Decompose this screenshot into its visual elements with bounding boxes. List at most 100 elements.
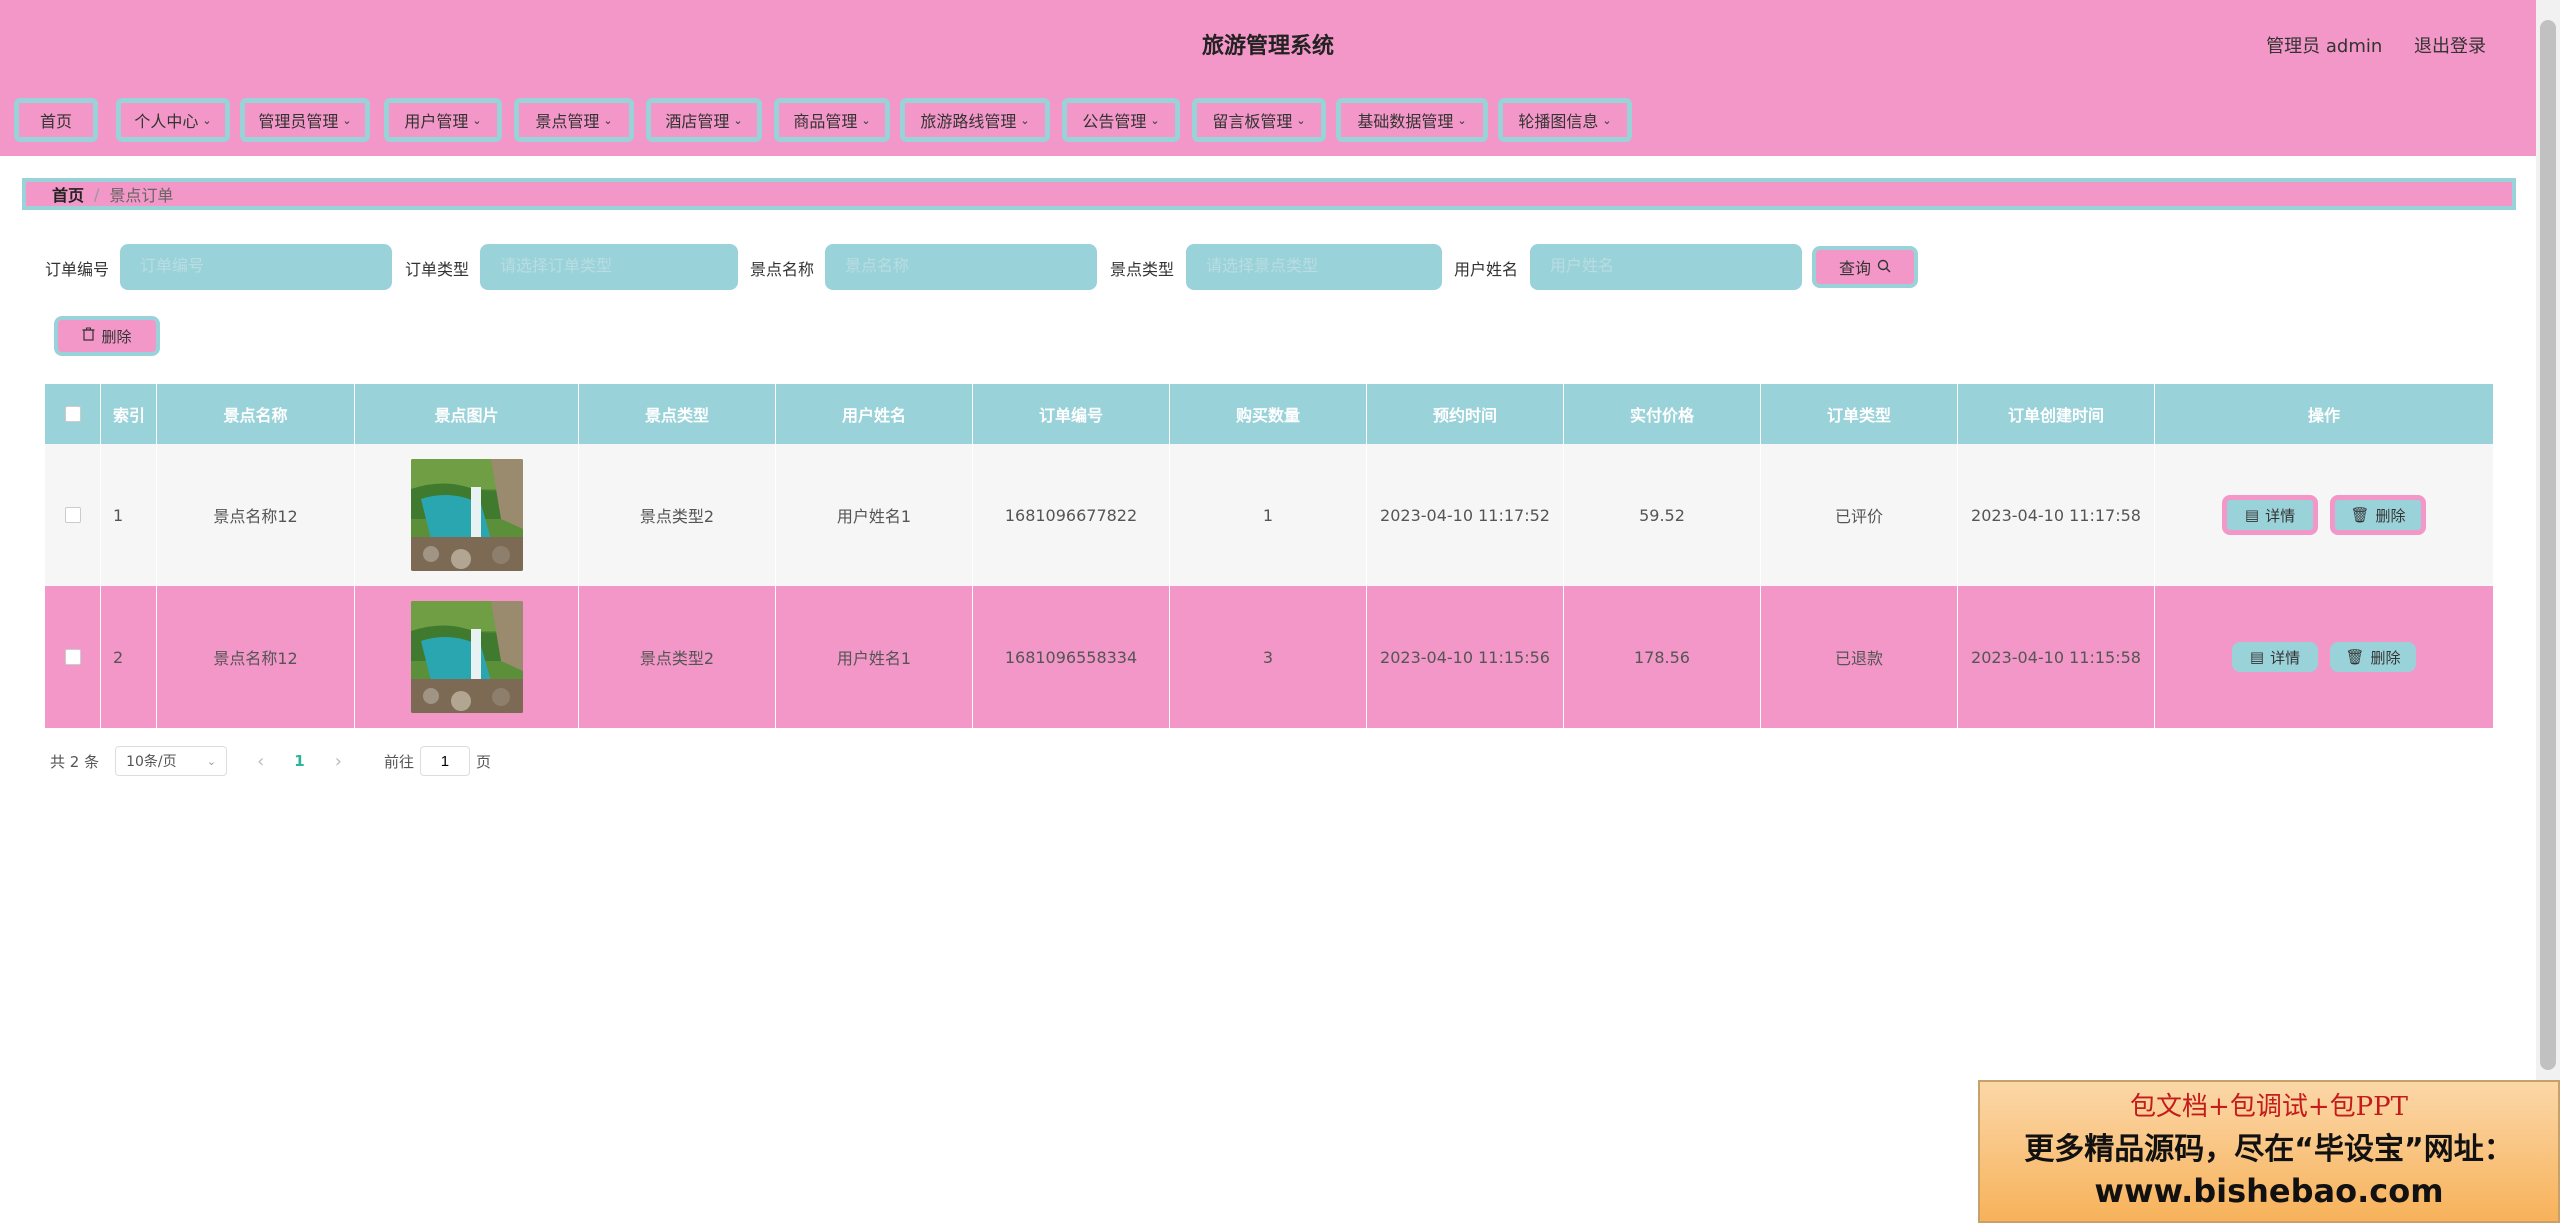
cell-scenic-image [355, 586, 579, 728]
detail-button[interactable]: ▤ 详情 [2232, 642, 2318, 672]
header-order-no[interactable]: 订单编号 [973, 384, 1170, 444]
header-scenic-type[interactable]: 景点类型 [579, 384, 776, 444]
search-label-scenic-name: 景点名称 [750, 260, 815, 279]
row-select-cell[interactable] [45, 444, 101, 586]
breadcrumb-home[interactable]: 首页 [52, 182, 84, 206]
nav-item-11[interactable]: 轮播图信息 ⌄ [1498, 98, 1632, 142]
header-select-all[interactable] [45, 384, 101, 444]
search-label-order-type: 订单类型 [405, 260, 470, 279]
nav-label: 景点管理 [535, 112, 600, 131]
cell-user-name: 用户姓名1 [776, 444, 973, 586]
cell-index: 2 [101, 586, 157, 728]
header-scenic-name[interactable]: 景点名称 [157, 384, 355, 444]
nav-item-5[interactable]: 酒店管理 ⌄ [646, 98, 762, 142]
detail-label: 详情 [2270, 648, 2301, 667]
scrollbar-thumb[interactable] [2540, 20, 2556, 1070]
nav-item-2[interactable]: 管理员管理 ⌄ [240, 98, 370, 142]
search-icon [1877, 258, 1891, 277]
chevron-down-icon: ⌄ [1457, 113, 1467, 127]
goto-prefix: 前往 [383, 752, 414, 771]
order-type-select[interactable] [480, 244, 738, 290]
search-label-user-name: 用户姓名 [1454, 260, 1519, 279]
scenic-waterfall-image[interactable] [410, 459, 523, 571]
batch-delete-button[interactable]: 删除 [54, 316, 160, 356]
chevron-down-icon: ⌄ [202, 113, 212, 127]
nav-item-4[interactable]: 景点管理 ⌄ [514, 98, 634, 142]
cell-order-no: 1681096558334 [973, 586, 1170, 728]
logout-link[interactable]: 退出登录 [2414, 36, 2486, 57]
chevron-down-icon: ⌄ [1150, 113, 1160, 127]
nav-label: 个人中心 [134, 112, 199, 131]
page-scrollbar[interactable] [2536, 0, 2560, 1223]
nav-item-10[interactable]: 基础数据管理 ⌄ [1336, 98, 1488, 142]
detail-button[interactable]: ▤ 详情 [2222, 495, 2318, 535]
pagination: 共 2 条 10条/页 ⌄ ‹ 1 › 前往 页 [50, 746, 491, 776]
delete-label: 删除 [2370, 648, 2401, 667]
nav-item-8[interactable]: 公告管理 ⌄ [1062, 98, 1180, 142]
nav-label: 公告管理 [1082, 112, 1147, 131]
page-size-select[interactable]: 10条/页 ⌄ [115, 746, 228, 776]
nav-item-3[interactable]: 用户管理 ⌄ [384, 98, 502, 142]
goto-page-input[interactable] [419, 746, 470, 776]
chevron-down-icon: ⌄ [1602, 113, 1612, 127]
main-nav: 首页 个人中心 ⌄ 管理员管理 ⌄ 用户管理 ⌄ 景点管理 ⌄ 酒店管理 ⌄ 商品管理 ⌄ … [0, 90, 2536, 156]
nav-item-1[interactable]: 个人中心 ⌄ [116, 98, 230, 142]
search-label-order-no: 订单编号 [45, 260, 110, 279]
cell-quantity: 3 [1170, 586, 1367, 728]
row-select-cell[interactable] [45, 586, 101, 728]
order-no-input[interactable] [120, 244, 392, 290]
breadcrumb: 首页 / 景点订单 [22, 178, 2516, 210]
row-checkbox[interactable] [64, 507, 81, 523]
header-user-name[interactable]: 用户姓名 [776, 384, 973, 444]
total-count: 共 2 条 [50, 752, 100, 771]
trash-icon: 🗑 [2345, 648, 2365, 666]
nav-item-0[interactable]: 首页 [14, 98, 98, 142]
breadcrumb-current: 景点订单 [109, 186, 174, 205]
header-reserve-time[interactable]: 预约时间 [1367, 384, 1564, 444]
header-order-type[interactable]: 订单类型 [1761, 384, 1958, 444]
trash-icon: 🗑 [2350, 506, 2370, 524]
page-size-value: 10条/页 [126, 754, 177, 770]
cell-scenic-name: 景点名称12 [157, 444, 355, 586]
cell-price: 178.56 [1564, 586, 1761, 728]
cell-index: 1 [101, 444, 157, 586]
cell-order-type: 已评价 [1761, 444, 1958, 586]
page-number-current[interactable]: 1 [294, 752, 304, 770]
prev-page-icon[interactable]: ‹ [257, 751, 264, 772]
chevron-down-icon: ⌄ [472, 113, 482, 127]
cell-order-no: 1681096677822 [973, 444, 1170, 586]
user-name-input[interactable] [1530, 244, 1802, 290]
row-delete-button[interactable]: 🗑 删除 [2330, 495, 2426, 535]
row-delete-button[interactable]: 🗑 删除 [2330, 642, 2416, 672]
nav-item-7[interactable]: 旅游路线管理 ⌄ [900, 98, 1050, 142]
nav-item-6[interactable]: 商品管理 ⌄ [774, 98, 890, 142]
trash-icon [82, 327, 95, 345]
query-button[interactable]: 查询 [1812, 246, 1918, 288]
top-header: 旅游管理系统 管理员 admin 退出登录 [0, 0, 2536, 90]
header-quantity[interactable]: 购买数量 [1170, 384, 1367, 444]
header-price[interactable]: 实付价格 [1564, 384, 1761, 444]
scenic-name-input[interactable] [825, 244, 1097, 290]
nav-item-9[interactable]: 留言板管理 ⌄ [1192, 98, 1326, 142]
table-row: 1 景点名称12 景点类型2 用户姓名1 1681096677822 1 202… [45, 444, 2493, 586]
orders-table: 索引 景点名称 景点图片 景点类型 用户姓名 订单编号 购买数量 预约时间 实付… [45, 384, 2493, 728]
promo-banner: 包文档+包调试+包PPT 更多精品源码，尽在“毕设宝”网址： www.bishe… [1978, 1080, 2560, 1223]
nav-label: 用户管理 [404, 112, 469, 131]
user-area: 管理员 admin 退出登录 [2240, 32, 2486, 58]
next-page-icon[interactable]: › [335, 751, 342, 772]
cell-scenic-image [355, 444, 579, 586]
promo-line-1: 包文档+包调试+包PPT [2130, 1092, 2408, 1122]
cell-order-type: 已退款 [1761, 586, 1958, 728]
scenic-waterfall-image[interactable] [410, 601, 523, 713]
scenic-type-select[interactable] [1186, 244, 1442, 290]
cell-scenic-type: 景点类型2 [579, 586, 776, 728]
nav-label: 轮播图信息 [1518, 112, 1599, 131]
chevron-down-icon: ⌄ [733, 113, 743, 127]
select-all-checkbox[interactable] [64, 406, 81, 422]
row-checkbox[interactable] [64, 649, 81, 665]
cell-created-time: 2023-04-10 11:17:58 [1958, 444, 2155, 586]
chevron-down-icon: ⌄ [206, 754, 217, 768]
header-scenic-image[interactable]: 景点图片 [355, 384, 579, 444]
nav-label: 基础数据管理 [1357, 112, 1454, 131]
header-created-time[interactable]: 订单创建时间 [1958, 384, 2155, 444]
